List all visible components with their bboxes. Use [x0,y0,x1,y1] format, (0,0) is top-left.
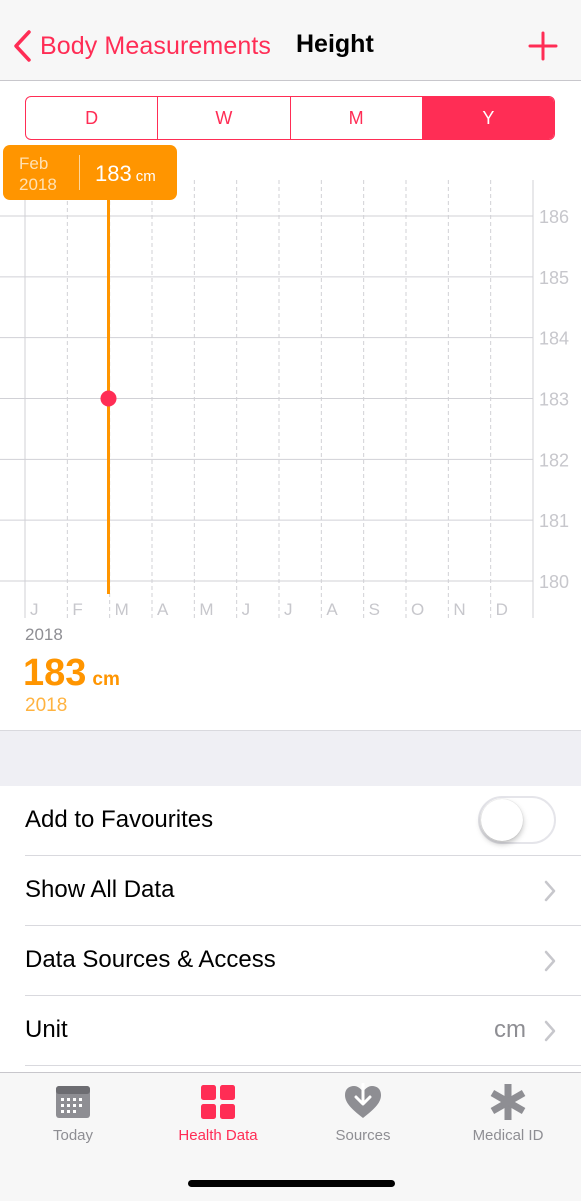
x-tick-label: M [199,600,213,619]
y-tick-label: 183 [539,390,569,410]
tab-medical-id-label: Medical ID [472,1127,544,1144]
heart-arrow-icon [345,1083,381,1118]
favourites-label: Add to Favourites [25,806,214,833]
tooltip-value: 183 cm [95,161,156,187]
height-chart[interactable]: 186 185 184 183 182 181 180 J F M A M J J A S O N D [0,140,581,640]
tab-health-data[interactable]: Health Data [153,1083,283,1144]
data-sources-label: Data Sources & Access [25,946,276,973]
navigation-bar: Body Measurements Height [0,0,581,81]
grid-icon [201,1085,235,1119]
x-tick-label: J [30,600,39,619]
calendar-icon [56,1086,90,1118]
chart-year-label: 2018 [25,625,63,644]
y-tick-label: 184 [539,329,569,349]
toggle-knob [481,799,523,841]
x-tick-label: J [284,600,293,619]
tooltip-unit: cm [135,168,156,185]
tab-sources-label: Sources [335,1127,391,1144]
tab-today-label: Today [52,1127,94,1144]
chevron-right-icon [544,880,556,902]
time-range-segmented-control: D W M Y [25,96,555,140]
summary-year: 2018 [25,695,68,716]
selection-tooltip: Feb 2018 183 cm [3,145,177,200]
asterisk-icon [490,1084,526,1120]
segment-month[interactable]: M [291,97,423,139]
x-tick-label: A [326,600,338,619]
section-spacer [0,730,581,787]
x-tick-label: A [157,600,169,619]
unit-value: cm [494,1016,526,1043]
y-tick-label: 186 [539,207,569,227]
segment-week[interactable]: W [158,97,291,139]
x-tick-label: M [115,600,129,619]
plus-icon [528,31,558,61]
summary-unit: cm [92,669,120,690]
x-tick-label: N [453,600,465,619]
tooltip-year: 2018 [19,175,57,194]
chevron-left-icon [14,30,31,62]
tab-sources[interactable]: Sources [298,1083,428,1144]
x-tick-label: J [242,600,251,619]
segment-day[interactable]: D [26,97,159,139]
y-tick-label: 181 [539,511,569,531]
tooltip-month: Feb [19,154,49,173]
data-sources-row[interactable]: Data Sources & Access [0,926,581,996]
segment-year[interactable]: Y [422,97,554,139]
y-tick-label: 180 [539,572,569,592]
back-button[interactable]: Body Measurements [12,24,271,68]
row-divider [25,1065,581,1066]
show-all-data-label: Show All Data [25,876,175,903]
summary-number: 183 [23,652,87,694]
page-title: Height [296,30,374,58]
tab-today[interactable]: Today [8,1083,138,1144]
chart-canvas: 186 185 184 183 182 181 180 J F M A M J J A S O N D [0,180,569,619]
add-data-button[interactable] [527,30,559,62]
tab-health-data-label: Health Data [178,1127,258,1144]
tooltip-divider [79,155,80,190]
show-all-data-row[interactable]: Show All Data [0,856,581,926]
favourites-toggle[interactable] [478,796,556,844]
x-tick-label: S [369,600,380,619]
unit-label: Unit [25,1016,68,1043]
unit-row[interactable]: Unit cm [0,996,581,1066]
summary-value: 183 cm [23,652,120,695]
x-tick-label: O [411,600,424,619]
tooltip-date: Feb 2018 [19,153,57,195]
tooltip-number: 183 [95,161,132,186]
y-tick-label: 182 [539,450,569,470]
chevron-right-icon [544,1020,556,1042]
x-tick-label: F [72,600,82,619]
back-label: Body Measurements [40,31,271,60]
chevron-right-icon [544,950,556,972]
y-tick-label: 185 [539,268,569,288]
x-tick-label: D [496,600,508,619]
tab-medical-id[interactable]: Medical ID [443,1083,573,1144]
data-point [100,390,117,407]
home-indicator [188,1180,395,1187]
